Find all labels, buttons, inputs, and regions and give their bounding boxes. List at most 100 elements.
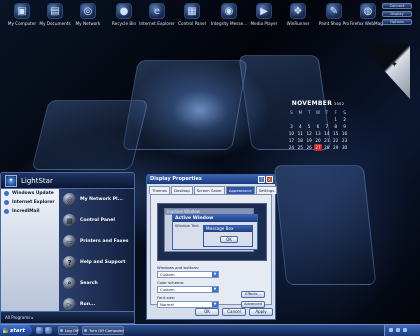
mini-button[interactable]: Display [382,11,412,17]
start-menu-item-label: My Network Pl... [80,197,123,202]
tray-icon[interactable] [396,328,400,332]
start-menu-left-pane: Windows Update Internet Explorer Incredi… [1,189,59,311]
quick-launch-icon[interactable] [45,327,52,334]
start-menu-item-label: Help and Support [80,260,126,265]
desktop-icon[interactable]: ▦ Control Panel [172,3,212,26]
user-avatar[interactable]: ✦ [5,174,17,187]
calendar-day[interactable]: 14 [322,130,331,137]
calendar-day[interactable]: 24 [287,144,296,151]
search-icon: ⌕ [63,277,76,290]
calendar-day[interactable]: 9 [340,123,349,130]
calendar-day[interactable]: 3 [287,123,296,130]
desktop-icon-label: Integrity Messe... [210,21,248,26]
start-menu-item[interactable]: ◎ My Network Pl... [59,189,134,210]
control-panel-icon: ▦ [63,214,76,227]
calendar-day[interactable]: 28 [322,144,331,151]
recycle-bin-icon: ● [116,3,132,19]
advanced-button[interactable]: Advanced [241,301,265,308]
calendar-day[interactable]: 10 [287,130,296,137]
desktop-icon[interactable]: ❖ WinRunner [278,3,318,26]
start-menu-item-label: Printers and Faxes [80,239,129,244]
font-size-label: Font size: [157,295,176,300]
effects-button[interactable]: Effects... [241,291,265,298]
start-button[interactable]: start [0,325,32,336]
mini-button[interactable]: Options [382,19,412,25]
font-size-select[interactable]: Normal ▼ [157,301,219,308]
cancel-button[interactable]: Cancel [222,308,246,316]
calendar-day[interactable]: 5 [305,123,314,130]
close-button[interactable]: ✕ [266,176,273,183]
printer-icon: ▭ [63,235,76,248]
tab-settings[interactable]: Settings [255,186,278,194]
select-value: Custom [160,287,175,292]
message-box-title: Message Box [204,226,252,232]
windows-icon: ❖ [290,3,306,19]
message-box-preview: Message Box OK [203,225,253,247]
windows-buttons-select[interactable]: Custom ▼ [157,271,219,278]
peel-logo-icon: ✦ [390,60,398,70]
start-menu-item[interactable]: ▦ Control Panel [59,210,134,231]
desktop-icon[interactable]: ◎ My Network [68,3,108,26]
tab-desktop[interactable]: Desktop [171,186,193,194]
log-off-button[interactable]: Log Off [58,326,79,335]
calendar-day[interactable]: 30 [340,144,349,151]
calendar-day-header: S [343,110,346,115]
apply-button[interactable]: Apply [249,308,273,316]
start-menu-right-pane: ◎ My Network Pl... ▦ Control Panel ▭ Printers… [59,189,134,311]
start-menu-item[interactable]: ? Help and Support [59,252,134,273]
calendar-day[interactable]: 4 [296,123,305,130]
start-menu-item[interactable]: ⌕ Search [59,273,134,294]
tab-appearance[interactable]: Appearance [225,186,255,194]
select-value: Custom [160,272,175,277]
start-item-internet-explorer[interactable]: Internet Explorer [1,198,59,207]
calendar-day[interactable]: 16 [340,130,349,137]
start-menu-item[interactable]: ▭ Printers and Faxes [59,231,134,252]
appearance-preview: Inactive Window Active Window Window Tex… [157,203,267,261]
start-item-incredimail[interactable]: IncrediMail [1,207,59,216]
turn-off-button[interactable]: Turn Off Computer [82,326,124,335]
dialog-tabs: Themes Desktop Screen Saver Appearance Setti… [147,184,278,194]
calendar-day[interactable]: 15 [331,130,340,137]
desktop-icon[interactable]: e Internet Explorer [137,3,177,26]
color-scheme-select[interactable]: Custom ▼ [157,286,219,293]
tab-themes[interactable]: Themes [149,186,171,194]
calendar-day[interactable]: 22 [331,137,340,144]
help-button[interactable]: ? [258,176,265,183]
calendar-day[interactable]: 21 [322,137,331,144]
calendar-day[interactable]: 18 [296,137,305,144]
all-programs-button[interactable]: All Programs ▸ [1,311,134,323]
desktop-icon[interactable]: ◉ Integrity Messe... [209,3,249,26]
tray-icon[interactable] [403,328,407,332]
calendar-day[interactable]: 27 [313,144,323,151]
calendar-day[interactable]: 2 [340,116,349,123]
calendar-day[interactable]: 29 [331,144,340,151]
calendar-day[interactable]: 25 [296,144,305,151]
tray-icon[interactable] [389,328,393,332]
calendar-day[interactable]: 17 [287,137,296,144]
calendar-day[interactable]: 26 [305,144,314,151]
calendar-day[interactable]: 1 [331,116,340,123]
documents-icon: ▤ [47,3,63,19]
desktop-icon-label: My Network [75,21,101,26]
calendar-day[interactable]: 23 [340,137,349,144]
calendar-day[interactable]: 20 [314,137,323,144]
system-tray [384,325,420,336]
task-label: Log Off [65,328,79,333]
select-value: Normal [160,302,174,307]
start-item-windows-update[interactable]: Windows Update [1,189,59,198]
calendar-day[interactable]: 19 [305,137,314,144]
tab-screen-saver[interactable]: Screen Saver [193,186,225,194]
network-places-icon: ◎ [63,193,76,206]
ok-button[interactable]: OK [195,308,219,316]
calendar-day[interactable]: 12 [305,130,314,137]
calendar-day[interactable]: 7 [322,123,331,130]
quick-launch-icon[interactable] [36,327,43,334]
calendar-day[interactable]: 8 [331,123,340,130]
active-window-title: Active Window [173,215,257,222]
calendar-day[interactable]: 6 [314,123,323,130]
color-scheme-label: Color scheme: [157,280,185,285]
calendar-day[interactable]: 11 [296,130,305,137]
calendar-day [322,116,331,123]
mini-button[interactable]: Connect [382,3,412,9]
calendar-day[interactable]: 13 [314,130,323,137]
